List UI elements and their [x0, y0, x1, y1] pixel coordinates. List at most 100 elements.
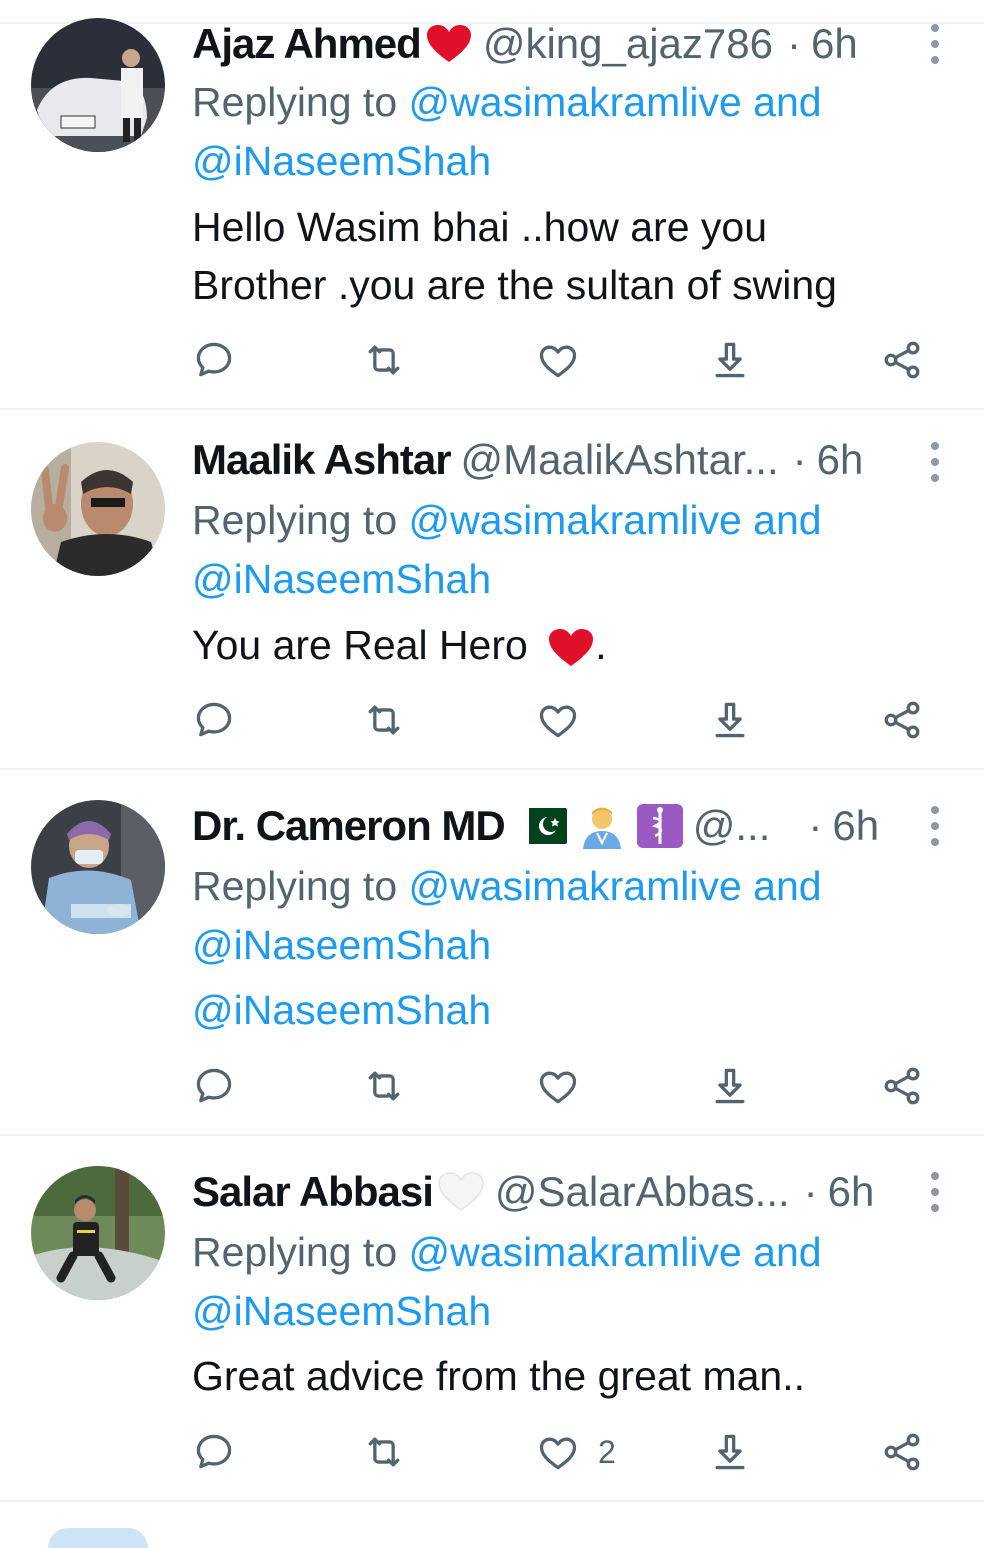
reply-button[interactable] — [192, 696, 236, 744]
tweet-item[interactable]: Ajaz Ahmed @king_ajaz786 · 6h Replying t… — [0, 0, 984, 410]
tweet-text-suffix: . — [595, 622, 607, 668]
share-button[interactable] — [880, 696, 924, 744]
share-down-icon — [715, 702, 745, 738]
red-heart-emoji — [547, 628, 595, 668]
like-button[interactable] — [536, 696, 598, 744]
reply-icon — [196, 1068, 232, 1103]
timestamp[interactable]: 6h — [828, 1168, 875, 1216]
replying-to: Replying to @wasimakramlive and — [192, 1223, 822, 1281]
tweet-text: You are Real Hero . — [192, 616, 904, 674]
replying-to-line-2: @iNaseemShah — [192, 1282, 491, 1340]
more-options-icon[interactable] — [928, 442, 942, 482]
tweet-header: Ajaz Ahmed @king_ajaz786 · 6h — [192, 16, 924, 72]
tweet-header: Salar Abbasi @SalarAbbas... · 6h — [192, 1164, 924, 1220]
tweet-text-line: Great advice from the great man.. — [192, 1353, 805, 1399]
replying-and[interactable]: and — [753, 1229, 821, 1275]
avatar[interactable] — [31, 442, 165, 576]
author-name[interactable]: Ajaz Ahmed — [192, 20, 422, 68]
download-button[interactable] — [708, 1428, 752, 1476]
replying-prefix: Replying to — [192, 79, 398, 125]
download-button[interactable] — [708, 336, 752, 384]
like-button[interactable]: 2 — [536, 1428, 616, 1476]
action-bar — [192, 1062, 932, 1110]
like-button[interactable] — [536, 336, 598, 384]
replying-prefix: Replying to — [192, 497, 398, 543]
action-bar — [192, 696, 932, 744]
retweet-button[interactable] — [362, 1062, 406, 1110]
retweet-button[interactable] — [362, 1428, 406, 1476]
reply-icon — [196, 1434, 232, 1469]
timestamp[interactable]: 6h — [811, 20, 858, 68]
replying-to-line-2: @iNaseemShah — [192, 132, 491, 190]
more-options-icon[interactable] — [928, 24, 942, 64]
like-icon — [539, 705, 577, 738]
share-button[interactable] — [880, 1428, 924, 1476]
share-down-icon — [715, 342, 745, 378]
author-name[interactable]: Maalik Ashtar — [192, 436, 452, 484]
avatar[interactable] — [31, 18, 165, 152]
mention-link[interactable]: @iNaseemShah — [192, 1288, 491, 1334]
red-heart-emoji — [425, 24, 473, 64]
mention-link[interactable]: @wasimakramlive — [409, 1229, 742, 1275]
mention-link[interactable]: @wasimakramlive — [409, 79, 742, 125]
separator-dot: · — [787, 20, 801, 67]
reply-icon — [196, 702, 232, 737]
timestamp[interactable]: 6h — [817, 436, 864, 484]
separator-dot: · — [803, 1168, 818, 1215]
tweet-text: Great advice from the great man.. — [192, 1347, 904, 1405]
reply-icon — [196, 342, 232, 377]
author-handle[interactable]: @MaalikAshtar... — [461, 436, 779, 484]
author-name[interactable]: Dr. Cameron MD — [192, 802, 506, 850]
share-down-icon — [715, 1068, 745, 1104]
share-button[interactable] — [880, 336, 924, 384]
more-options-icon[interactable] — [928, 806, 942, 846]
timestamp[interactable]: 6h — [832, 802, 879, 850]
retweet-icon — [368, 705, 400, 735]
tweet-text: Hello Wasim bhai ..how are you Brother .… — [192, 198, 904, 314]
replying-and[interactable]: and — [753, 79, 821, 125]
author-handle[interactable]: @... — [693, 802, 771, 850]
author-handle[interactable]: @king_ajaz786 — [483, 20, 773, 68]
reply-button[interactable] — [192, 1062, 236, 1110]
retweet-button[interactable] — [362, 696, 406, 744]
mention-link[interactable]: @iNaseemShah — [192, 922, 491, 968]
replying-to: Replying to @wasimakramlive and — [192, 73, 822, 131]
tweet-text-line: Brother .you are the sultan of swing — [192, 262, 837, 308]
tweet-item[interactable]: Maalik Ashtar @MaalikAshtar... · 6h Repl… — [0, 410, 984, 770]
health-worker-emoji — [579, 803, 625, 849]
tweet-item[interactable]: Salar Abbasi @SalarAbbas... · 6h Replyin… — [0, 1136, 984, 1502]
mention-link[interactable]: @wasimakramlive — [409, 497, 742, 543]
tweet-text-line: You are Real Hero — [192, 622, 528, 668]
replying-to: Replying to @wasimakramlive and — [192, 857, 822, 915]
download-button[interactable] — [708, 1062, 752, 1110]
mention-link[interactable]: @iNaseemShah — [192, 556, 491, 602]
reply-button[interactable] — [192, 1428, 236, 1476]
action-bar — [192, 336, 932, 384]
replying-and[interactable]: and — [753, 497, 821, 543]
share-nodes-icon — [884, 1433, 920, 1471]
avatar[interactable] — [31, 1166, 165, 1300]
tweet-item[interactable]: Dr. Cameron MD @... · 6h Replying to @wa… — [0, 770, 984, 1136]
download-button[interactable] — [708, 696, 752, 744]
replying-and[interactable]: and — [753, 863, 821, 909]
tweet-header: Maalik Ashtar @MaalikAshtar... · 6h — [192, 432, 924, 488]
tweet-text: @iNaseemShah — [192, 981, 904, 1039]
next-tweet-avatar-partial[interactable] — [48, 1528, 148, 1548]
avatar[interactable] — [31, 800, 165, 934]
share-button[interactable] — [880, 1062, 924, 1110]
action-bar: 2 — [192, 1428, 932, 1476]
replying-prefix: Replying to — [192, 863, 398, 909]
mention-link[interactable]: @wasimakramlive — [409, 863, 742, 909]
more-options-icon[interactable] — [928, 1172, 942, 1212]
replying-to-line-2: @iNaseemShah — [192, 550, 491, 608]
mention-link[interactable]: @iNaseemShah — [192, 138, 491, 184]
share-nodes-icon — [884, 341, 920, 379]
reply-button[interactable] — [192, 336, 236, 384]
author-name[interactable]: Salar Abbasi — [192, 1168, 434, 1216]
like-button[interactable] — [536, 1062, 598, 1110]
author-handle[interactable]: @SalarAbbas... — [495, 1168, 790, 1216]
like-count: 2 — [598, 1433, 616, 1470]
retweet-icon — [368, 345, 400, 375]
mention-link[interactable]: @iNaseemShah — [192, 987, 491, 1033]
retweet-button[interactable] — [362, 336, 406, 384]
